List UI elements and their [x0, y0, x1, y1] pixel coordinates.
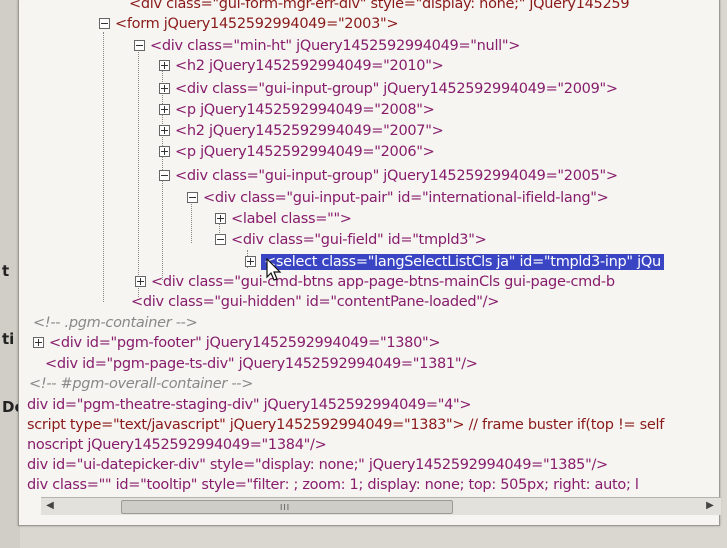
selected-node-text: <select class="langSelectListCls ja" id=…	[261, 254, 664, 270]
scrollbar-thumb[interactable]: III	[121, 500, 453, 514]
collapse-icon[interactable]	[99, 18, 110, 29]
comment-text: <!-- #pgm-overall-container -->	[29, 376, 254, 392]
horizontal-scrollbar[interactable]: ◀ III ▶	[41, 497, 721, 515]
tree-node-label[interactable]: <label class="">	[215, 209, 352, 229]
node-text: <p jQuery1452592994049="2006">	[175, 144, 435, 160]
expand-icon[interactable]	[159, 125, 170, 136]
collapse-icon[interactable]	[134, 40, 145, 51]
expand-icon[interactable]	[245, 256, 256, 267]
node-text: <div id="pgm-page-ts-div" jQuery14525929…	[45, 356, 478, 372]
node-text: <div class="gui-field" id="tmpld3">	[231, 232, 487, 248]
expand-icon[interactable]	[33, 337, 44, 348]
expand-icon[interactable]	[159, 146, 170, 157]
dom-tree[interactable]: <div class="gui-form-mgr-err-div" style=…	[19, 0, 719, 500]
tree-node-script[interactable]: script type="text/javascript" jQuery1452…	[27, 415, 664, 435]
tree-node[interactable]: <div class="gui-form-mgr-err-div" style=…	[129, 0, 630, 14]
node-text: <div class="gui-input-group" jQuery14525…	[175, 81, 618, 97]
scroll-left-icon[interactable]: ◀	[45, 501, 55, 511]
node-text: noscript jQuery1452592994049="1384"/>	[27, 437, 327, 453]
node-text: <div class="min-ht" jQuery1452592994049=…	[150, 38, 521, 54]
tree-node-input-pair[interactable]: <div class="gui-input-pair" id="internat…	[187, 188, 609, 208]
tree-node-input-group[interactable]: <div class="gui-input-group" jQuery14525…	[159, 79, 618, 99]
dom-inspector-panel: <div class="gui-form-mgr-err-div" style=…	[18, 0, 721, 526]
node-text: <form jQuery1452592994049="2003">	[115, 16, 399, 32]
tree-node-p[interactable]: <p jQuery1452592994049="2006">	[159, 142, 435, 162]
mouse-cursor-icon	[266, 258, 282, 281]
node-text: div id="pgm-theatre-staging-div" jQuery1…	[27, 397, 472, 413]
tree-node-tooltip[interactable]: div class="" id="tooltip" style="filter:…	[27, 475, 639, 495]
expand-icon[interactable]	[159, 83, 170, 94]
tree-node-select-selected[interactable]: <select class="langSelectListCls ja" id=…	[245, 252, 664, 272]
node-text: <label class="">	[231, 211, 352, 227]
expand-icon[interactable]	[159, 104, 170, 115]
node-text: <h2 jQuery1452592994049="2007">	[175, 123, 444, 139]
collapse-icon[interactable]	[187, 192, 198, 203]
tree-node-form[interactable]: <form jQuery1452592994049="2003">	[99, 14, 399, 34]
node-text: <p jQuery1452592994049="2008">	[175, 102, 435, 118]
node-text: <div class="gui-input-group" jQuery14525…	[175, 168, 618, 184]
tree-comment[interactable]: <!-- .pgm-container -->	[33, 313, 198, 333]
tree-node-cmd-btns[interactable]: <div class="gui-cmd-btns app-page-btns-m…	[135, 272, 615, 292]
tree-node-datepicker[interactable]: div id="ui-datepicker-div" style="displa…	[27, 455, 608, 475]
expand-icon[interactable]	[159, 60, 170, 71]
collapse-icon[interactable]	[159, 170, 170, 181]
tree-node-p[interactable]: <p jQuery1452592994049="2008">	[159, 100, 435, 120]
left-fragment-1: t	[2, 262, 10, 280]
tree-node-hidden[interactable]: <div class="gui-hidden" id="contentPane-…	[131, 292, 499, 312]
node-text: div class="" id="tooltip" style="filter:…	[27, 477, 639, 493]
tree-node-noscript[interactable]: noscript jQuery1452592994049="1384"/>	[27, 435, 327, 455]
expand-icon[interactable]	[215, 213, 226, 224]
node-text: div id="ui-datepicker-div" style="displa…	[27, 457, 608, 473]
node-text: <div class="gui-input-pair" id="internat…	[203, 190, 609, 206]
comment-text: <!-- .pgm-container -->	[33, 315, 198, 331]
node-text: <div class="gui-hidden" id="contentPane-…	[131, 294, 500, 310]
node-text: <h2 jQuery1452592994049="2010">	[175, 58, 444, 74]
scroll-right-icon[interactable]: ▶	[705, 501, 715, 511]
tree-node-h2[interactable]: <h2 jQuery1452592994049="2007">	[159, 121, 444, 141]
tree-guide	[138, 52, 139, 297]
tree-node-h2[interactable]: <h2 jQuery1452592994049="2010">	[159, 56, 444, 76]
tree-comment[interactable]: <!-- #pgm-overall-container -->	[29, 374, 253, 394]
node-text: <div class="gui-cmd-btns app-page-btns-m…	[151, 274, 615, 290]
tree-node-min-ht[interactable]: <div class="min-ht" jQuery1452592994049=…	[134, 36, 520, 56]
scrollbar-grip: III	[280, 503, 291, 512]
left-fragment-2: ti	[2, 330, 15, 348]
tree-node-input-group[interactable]: <div class="gui-input-group" jQuery14525…	[159, 166, 618, 186]
expand-icon[interactable]	[135, 276, 146, 287]
tree-node-gui-field[interactable]: <div class="gui-field" id="tmpld3">	[215, 230, 487, 250]
node-text: <div class="gui-form-mgr-err-div" style=…	[129, 0, 630, 12]
node-text: script type="text/javascript" jQuery1452…	[27, 417, 665, 433]
tree-node-page-ts[interactable]: <div id="pgm-page-ts-div" jQuery14525929…	[45, 354, 478, 374]
tree-node-theatre[interactable]: div id="pgm-theatre-staging-div" jQuery1…	[27, 395, 472, 415]
tree-guide	[103, 32, 104, 302]
tree-node-footer[interactable]: <div id="pgm-footer" jQuery1452592994049…	[33, 333, 441, 353]
collapse-icon[interactable]	[215, 234, 226, 245]
node-text: <div id="pgm-footer" jQuery1452592994049…	[49, 335, 441, 351]
